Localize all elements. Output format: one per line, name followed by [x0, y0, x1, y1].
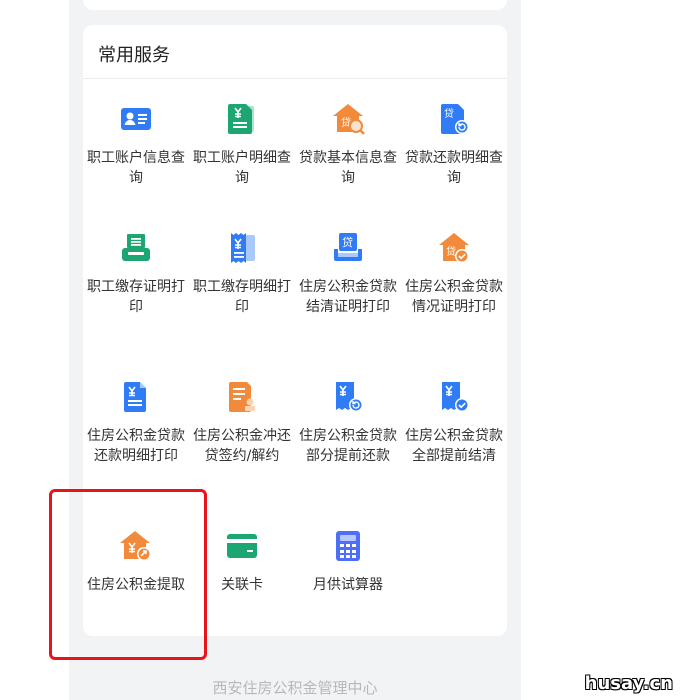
service-label: 职工缴存明细打印 — [193, 279, 291, 315]
service-label: 住房公积金贷款全部提前结清 — [405, 428, 503, 464]
service-account-detail-query[interactable]: 职工账户明细查询 — [189, 102, 295, 188]
service-label: 贷款基本信息查询 — [299, 150, 397, 186]
loan-printer-icon: 贷 — [334, 233, 362, 261]
service-loan-settlement-certificate-print[interactable]: 贷 住房公积金贷款结清证明打印 — [295, 231, 401, 317]
section-title: 常用服务 — [98, 45, 170, 66]
loan-house-check-icon: 贷 — [439, 233, 469, 263]
loan-document-refresh-icon: 贷 — [441, 104, 469, 134]
service-label: 住房公积金贷款情况证明打印 — [405, 279, 503, 315]
yuan-document-icon — [228, 104, 254, 134]
service-label: 月供试算器 — [313, 577, 383, 593]
svg-text:贷: 贷 — [342, 235, 353, 249]
svg-text:贷: 贷 — [444, 107, 454, 120]
svg-text:贷: 贷 — [446, 245, 456, 258]
id-card-icon — [121, 108, 151, 130]
service-label: 住房公积金冲还贷签约/解约 — [193, 428, 291, 464]
service-loan-full-prepayment[interactable]: 住房公积金贷款全部提前结清 — [401, 380, 507, 466]
previous-card — [83, 0, 507, 10]
calculator-icon — [336, 531, 360, 561]
service-label: 职工账户明细查询 — [193, 150, 291, 186]
divider — [83, 78, 507, 79]
service-loan-basic-info-query[interactable]: 贷 贷款基本信息查询 — [295, 102, 401, 188]
service-monthly-payment-calculator[interactable]: 月供试算器 — [295, 529, 401, 595]
yuan-receipt-check-icon — [442, 382, 469, 412]
service-label: 贷款还款明细查询 — [405, 150, 503, 186]
yuan-receipt-refresh-icon — [336, 382, 363, 412]
service-deposit-certificate-print[interactable]: 职工缴存证明打印 — [83, 231, 189, 317]
service-label: 职工缴存证明打印 — [87, 279, 185, 315]
service-loan-repayment-detail-print[interactable]: 住房公积金贷款还款明细打印 — [83, 380, 189, 466]
service-loan-partial-prepayment[interactable]: 住房公积金贷款部分提前还款 — [295, 380, 401, 466]
footer-text: 西安住房公积金管理中心 — [212, 679, 378, 697]
loan-house-search-icon: 贷 — [333, 104, 365, 135]
service-label: 住房公积金贷款部分提前还款 — [299, 428, 397, 464]
yuan-receipt-icon — [231, 233, 255, 263]
service-account-info-query[interactable]: 职工账户信息查询 — [83, 102, 189, 188]
service-loan-repayment-detail-query[interactable]: 贷 贷款还款明细查询 — [401, 102, 507, 188]
printer-icon — [122, 234, 150, 261]
service-label: 住房公积金贷款结清证明打印 — [299, 279, 397, 315]
document-stamp-icon — [229, 382, 255, 412]
service-loan-status-certificate-print[interactable]: 贷 住房公积金贷款情况证明打印 — [401, 231, 507, 317]
yuan-document-list-icon — [124, 382, 146, 412]
bank-card-icon — [227, 534, 257, 558]
highlight-box — [49, 489, 207, 660]
service-label: 住房公积金贷款还款明细打印 — [87, 428, 185, 464]
service-repayment-offset-signing[interactable]: 住房公积金冲还贷签约/解约 — [189, 380, 295, 466]
service-deposit-detail-print[interactable]: 职工缴存明细打印 — [189, 231, 295, 317]
watermark: husay.cn — [584, 673, 673, 694]
service-label: 职工账户信息查询 — [87, 150, 185, 186]
